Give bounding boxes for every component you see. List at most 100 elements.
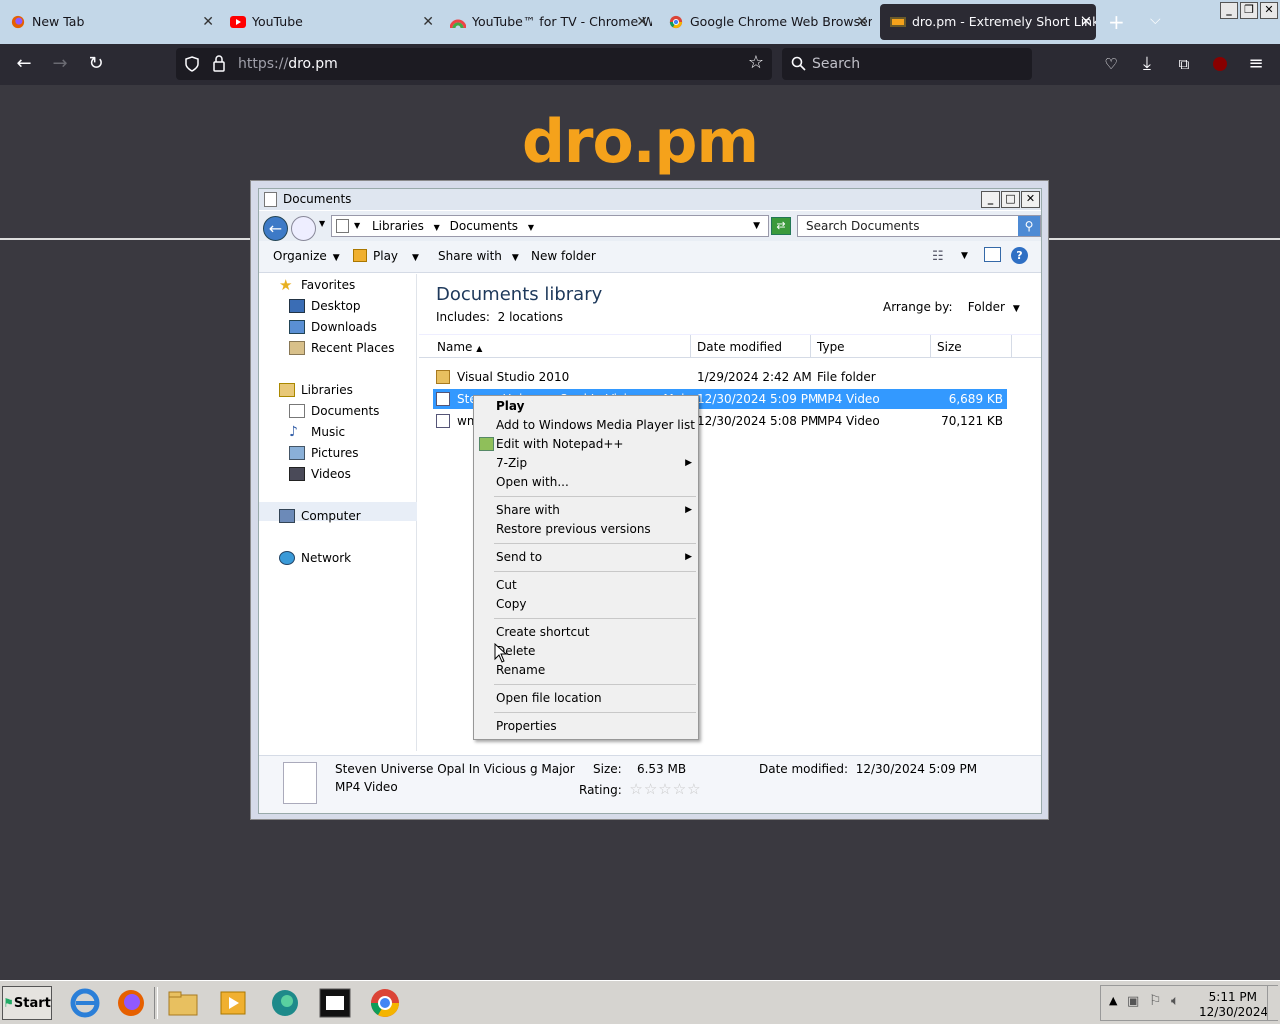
menu-item-send-to[interactable]: Send to ▶ (496, 548, 692, 567)
menu-item-7zip[interactable]: 7-Zip ▶ (496, 454, 692, 473)
show-desktop-button[interactable] (1267, 986, 1277, 1020)
column-date-modified[interactable]: Date modified (691, 335, 811, 358)
chevron-down-icon[interactable]: ▼ (434, 223, 440, 232)
tab-youtube-tv[interactable]: YouTube™ for TV - Chrome W ✕ (440, 4, 652, 40)
new-tab-icon[interactable]: + (1108, 10, 1125, 34)
column-size[interactable]: Size (931, 335, 1012, 358)
video-editor-icon[interactable] (318, 987, 352, 1019)
play-button[interactable]: Play ▼ (353, 249, 419, 263)
breadcrumb-documents[interactable]: Documents (450, 219, 518, 233)
close-tab-icon[interactable]: ✕ (636, 4, 648, 40)
breadcrumb-libraries[interactable]: Libraries (372, 219, 424, 233)
new-folder-button[interactable]: New folder (531, 249, 596, 263)
chevron-down-icon[interactable]: ▼ (961, 251, 968, 261)
help-icon[interactable]: ? (1011, 247, 1028, 264)
tab-youtube[interactable]: YouTube ✕ (220, 4, 438, 40)
nav-favorites[interactable]: ★ Favorites (279, 276, 355, 295)
back-button[interactable]: ← (263, 216, 288, 241)
file-row[interactable]: Visual Studio 2010 1/29/2024 2:42 AM Fil… (433, 367, 1007, 387)
file-explorer-icon[interactable] (166, 987, 200, 1019)
nav-computer[interactable]: Computer (279, 507, 361, 526)
refresh-button[interactable]: ⇄ (771, 217, 791, 235)
back-arrow-icon[interactable]: ← (12, 52, 36, 76)
maximize-button[interactable]: □ (1001, 191, 1020, 208)
download-icon[interactable]: ⤓ (1135, 52, 1159, 76)
preview-pane-icon[interactable] (984, 247, 1001, 262)
menu-item-add-to-wmp[interactable]: Add to Windows Media Player list (496, 416, 695, 435)
chevron-down-icon[interactable]: ▼ (528, 223, 534, 232)
menu-item-copy[interactable]: Copy (496, 595, 526, 614)
tab-google-chrome[interactable]: Google Chrome Web Browser ✕ (658, 4, 872, 40)
chrome-icon[interactable] (368, 987, 402, 1019)
close-tab-icon[interactable]: ✕ (202, 4, 214, 40)
url-text[interactable]: https://dro.pm (238, 56, 338, 72)
menu-item-cut[interactable]: Cut (496, 576, 517, 595)
menu-item-open-with[interactable]: Open with... (496, 473, 569, 492)
nav-pictures[interactable]: Pictures (289, 444, 359, 463)
site-logo[interactable]: dro.pm (0, 107, 1280, 177)
menu-item-edit-notepad[interactable]: Edit with Notepad++ (496, 435, 623, 454)
close-tab-icon[interactable]: ✕ (1080, 4, 1092, 40)
chevron-down-icon[interactable]: ▼ (319, 219, 325, 228)
volume-icon[interactable]: 🔈︎ (1171, 993, 1179, 1009)
reload-icon[interactable]: ↻ (84, 52, 108, 76)
edge-legacy-icon[interactable] (268, 987, 302, 1019)
address-bar[interactable]: ▼ Libraries ▼ Documents ▼ ▼ (331, 215, 769, 237)
ublock-icon[interactable] (1208, 52, 1232, 76)
menu-item-restore-previous[interactable]: Restore previous versions (496, 520, 651, 539)
shield-icon[interactable] (184, 56, 200, 72)
tab-new-tab[interactable]: New Tab ✕ (0, 4, 218, 40)
menu-item-create-shortcut[interactable]: Create shortcut (496, 623, 589, 642)
chevron-down-icon[interactable]: ⌵ (1150, 12, 1161, 28)
column-type[interactable]: Type (811, 335, 931, 358)
pocket-icon[interactable]: ♡ (1099, 52, 1123, 76)
clock[interactable]: 5:11 PM 12/30/2024 (1199, 990, 1268, 1020)
firefox-icon[interactable] (114, 987, 148, 1019)
menu-item-play[interactable]: Play (496, 397, 524, 416)
locations-link[interactable]: 2 locations (498, 310, 563, 324)
nav-videos[interactable]: Videos (289, 465, 351, 484)
share-with-button[interactable]: Share with ▼ (438, 249, 519, 263)
view-options-icon[interactable]: ☷ (932, 249, 944, 264)
network-tray-icon[interactable]: ▣ (1127, 994, 1139, 1009)
organize-button[interactable]: Organize ▼ (273, 249, 340, 263)
minimize-button[interactable]: _ (981, 191, 1000, 208)
search-documents-input[interactable]: Search Documents ⚲ (797, 215, 1041, 237)
chevron-down-icon[interactable]: ▼ (354, 216, 360, 236)
tab-dro-pm[interactable]: dro.pm - Extremely Short Links ✕ (880, 4, 1096, 40)
action-center-flag-icon[interactable]: ⚐ (1149, 993, 1162, 1009)
arrange-by-dropdown[interactable]: Folder ▼ (968, 300, 1020, 314)
nav-network[interactable]: Network (279, 549, 351, 568)
nav-documents[interactable]: Documents (289, 402, 379, 421)
search-input[interactable]: Search (782, 48, 1032, 80)
nav-music[interactable]: ♪ Music (289, 423, 345, 442)
nav-downloads[interactable]: Downloads (289, 318, 377, 337)
minimize-button[interactable]: _ (1220, 2, 1238, 19)
show-hidden-icons-icon[interactable]: ▲ (1109, 994, 1117, 1007)
window-title-bar[interactable]: Documents _ □ ✕ (259, 189, 1041, 210)
lock-icon[interactable] (212, 55, 226, 72)
forward-button[interactable] (291, 216, 316, 241)
menu-item-share-with[interactable]: Share with ▶ (496, 501, 692, 520)
url-bar[interactable]: https://dro.pm ☆ (176, 48, 772, 80)
close-button[interactable]: ✕ (1021, 191, 1040, 208)
extensions-icon[interactable]: ⧉ (1172, 52, 1196, 76)
nav-libraries[interactable]: Libraries (279, 381, 353, 400)
address-dropdown-icon[interactable]: ▼ (753, 216, 760, 236)
rating-stars[interactable]: ☆☆☆☆☆ (629, 780, 701, 798)
column-name[interactable]: Name ▲ (431, 335, 691, 358)
bookmark-star-icon[interactable]: ☆ (748, 52, 764, 73)
close-tab-icon[interactable]: ✕ (856, 4, 868, 40)
close-tab-icon[interactable]: ✕ (422, 4, 434, 40)
nav-desktop[interactable]: Desktop (289, 297, 361, 316)
restore-button[interactable]: ❐ (1240, 2, 1258, 19)
internet-explorer-icon[interactable] (68, 987, 102, 1019)
forward-arrow-icon[interactable]: → (48, 52, 72, 76)
menu-item-properties[interactable]: Properties (496, 717, 557, 736)
nav-recent-places[interactable]: Recent Places (289, 339, 394, 358)
menu-item-open-file-location[interactable]: Open file location (496, 689, 602, 708)
menu-item-rename[interactable]: Rename (496, 661, 545, 680)
search-icon[interactable]: ⚲ (1018, 216, 1040, 236)
menu-icon[interactable]: ≡ (1244, 52, 1268, 76)
close-button[interactable]: ✕ (1260, 2, 1278, 19)
